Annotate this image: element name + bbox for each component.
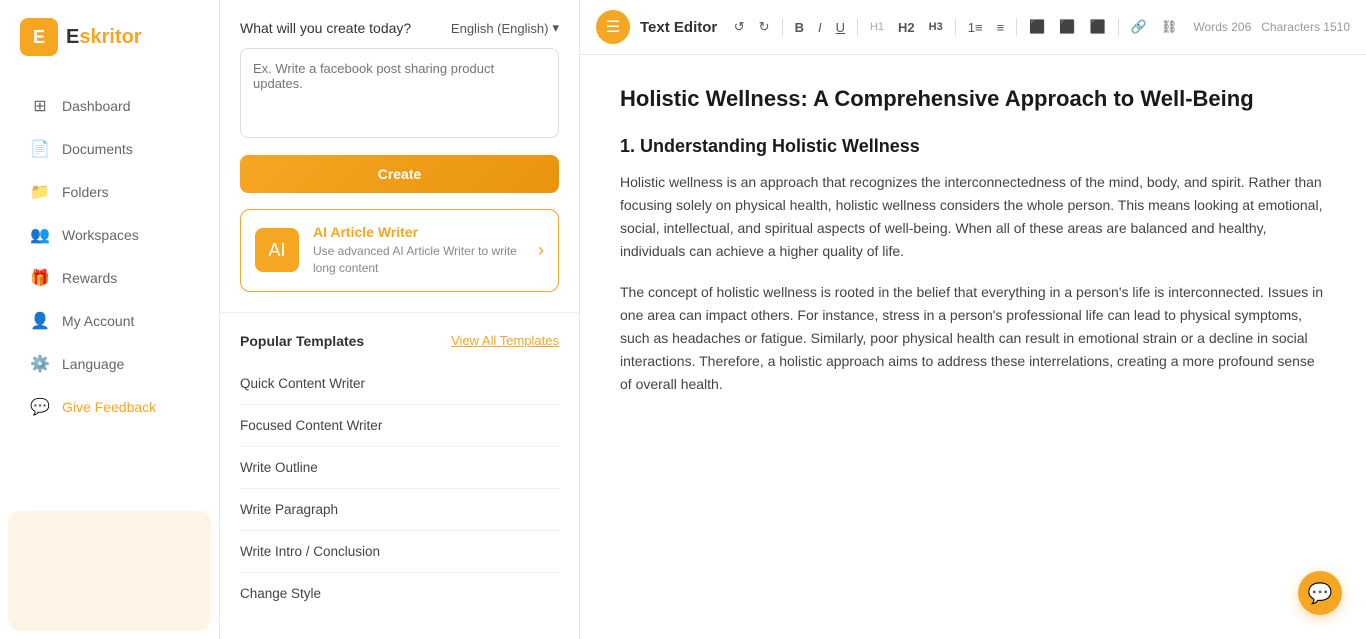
sidebar-item-label: My Account (62, 313, 134, 329)
bold-button[interactable]: B (789, 16, 810, 39)
ai-text: AI Article Writer Use advanced AI Articl… (313, 224, 524, 277)
redo-button[interactable]: ↻ (753, 15, 776, 39)
chevron-down-icon: ▾ (552, 20, 559, 36)
nav-items: ⊞ Dashboard 📄 Documents 📁 Folders 👥 Work… (0, 74, 219, 503)
align-left-button[interactable]: ⬛ (1023, 15, 1051, 39)
sidebar-item-rewards[interactable]: 🎁 Rewards (8, 257, 211, 299)
unordered-list-button[interactable]: ≡ (991, 16, 1011, 39)
sidebar-item-label: Workspaces (62, 227, 139, 243)
toolbar-divider-4 (1016, 18, 1017, 36)
template-item-outline[interactable]: Write Outline (240, 447, 559, 489)
h2-button[interactable]: H2 (892, 16, 921, 39)
account-icon: 👤 (30, 311, 50, 331)
toolbar-divider-2 (857, 18, 858, 36)
dashboard-icon: ⊞ (30, 96, 50, 116)
italic-button[interactable]: I (812, 16, 828, 39)
h1-button[interactable]: H1 (864, 17, 890, 37)
ai-article-writer-banner[interactable]: AI AI Article Writer Use advanced AI Art… (240, 209, 559, 292)
logo-area: E Eskritor (0, 0, 219, 74)
documents-icon: 📄 (30, 139, 50, 159)
template-item-quick[interactable]: Quick Content Writer (240, 363, 559, 405)
editor-header: ☰ Text Editor ↺ ↻ B I U H1 H2 H3 1≡ ≡ ⬛ … (580, 0, 1366, 55)
sidebar-item-dashboard[interactable]: ⊞ Dashboard (8, 85, 211, 127)
create-header: What will you create today? English (Eng… (240, 20, 559, 36)
sidebar-item-workspaces[interactable]: 👥 Workspaces (8, 214, 211, 256)
ordered-list-button[interactable]: 1≡ (962, 16, 989, 39)
document-heading: 1. Understanding Holistic Wellness (620, 136, 1326, 157)
ai-title: AI Article Writer (313, 224, 524, 240)
templates-title: Popular Templates (240, 333, 364, 349)
sidebar-item-account[interactable]: 👤 My Account (8, 300, 211, 342)
left-panel: What will you create today? English (Eng… (220, 0, 580, 639)
workspaces-icon: 👥 (30, 225, 50, 245)
word-count: Words 206 Characters 1510 (1193, 20, 1350, 34)
sidebar-item-feedback[interactable]: 💬 Give Feedback (8, 386, 211, 428)
sidebar-item-label: Give Feedback (62, 399, 156, 415)
rewards-icon: 🎁 (30, 268, 50, 288)
templates-section: Popular Templates View All Templates Qui… (220, 313, 579, 634)
link-button[interactable]: 🔗 (1125, 15, 1153, 39)
editor-title: Text Editor (640, 19, 718, 36)
sidebar-item-label: Folders (62, 184, 109, 200)
language-selector[interactable]: English (English) ▾ (451, 20, 559, 36)
view-all-templates-link[interactable]: View All Templates (451, 333, 559, 348)
ai-arrow-icon: › (538, 240, 544, 261)
sidebar: E Eskritor ⊞ Dashboard 📄 Documents 📁 Fol… (0, 0, 220, 639)
document-paragraph-1: Holistic wellness is an approach that re… (620, 171, 1326, 263)
feedback-icon: 💬 (30, 397, 50, 417)
logo-icon: E (20, 18, 58, 56)
template-item-focused[interactable]: Focused Content Writer (240, 405, 559, 447)
ai-article-writer-icon: AI (255, 228, 299, 272)
create-label: What will you create today? (240, 20, 411, 36)
align-center-button[interactable]: ⬛ (1053, 15, 1081, 39)
sidebar-item-label: Rewards (62, 270, 117, 286)
language-icon: ⚙️ (30, 354, 50, 374)
editor-menu-icon[interactable]: ☰ (596, 10, 630, 44)
main-content: What will you create today? English (Eng… (220, 0, 1366, 639)
create-textarea[interactable] (240, 48, 559, 138)
sidebar-item-folders[interactable]: 📁 Folders (8, 171, 211, 213)
chat-fab-button[interactable]: 💬 (1298, 571, 1342, 615)
logo-text: Eskritor (66, 26, 142, 49)
create-button[interactable]: Create (240, 155, 559, 193)
document-title: Holistic Wellness: A Comprehensive Appro… (620, 85, 1326, 114)
create-section: What will you create today? English (Eng… (220, 0, 579, 313)
templates-header: Popular Templates View All Templates (240, 333, 559, 349)
toolbar-divider-3 (955, 18, 956, 36)
sidebar-item-label: Documents (62, 141, 133, 157)
sidebar-item-label: Dashboard (62, 98, 131, 114)
ai-subtitle: Use advanced AI Article Writer to write … (313, 243, 524, 277)
toolbar: ↺ ↻ B I U H1 H2 H3 1≡ ≡ ⬛ ⬛ ⬛ 🔗 ⛓ (728, 15, 1184, 39)
unlink-button[interactable]: ⛓ (1155, 15, 1184, 39)
template-item-intro[interactable]: Write Intro / Conclusion (240, 531, 559, 573)
sidebar-item-documents[interactable]: 📄 Documents (8, 128, 211, 170)
toolbar-divider-1 (782, 18, 783, 36)
h3-button[interactable]: H3 (923, 17, 949, 37)
underline-button[interactable]: U (830, 16, 851, 39)
undo-button[interactable]: ↺ (728, 15, 751, 39)
template-item-style[interactable]: Change Style (240, 573, 559, 614)
right-panel: ☰ Text Editor ↺ ↻ B I U H1 H2 H3 1≡ ≡ ⬛ … (580, 0, 1366, 639)
toolbar-divider-5 (1118, 18, 1119, 36)
sidebar-item-language[interactable]: ⚙️ Language (8, 343, 211, 385)
document-paragraph-2: The concept of holistic wellness is root… (620, 281, 1326, 396)
editor-content[interactable]: Holistic Wellness: A Comprehensive Appro… (580, 55, 1366, 639)
sidebar-item-label: Language (62, 356, 124, 372)
align-right-button[interactable]: ⬛ (1084, 15, 1112, 39)
sidebar-promo-box (8, 511, 211, 631)
folders-icon: 📁 (30, 182, 50, 202)
template-item-paragraph[interactable]: Write Paragraph (240, 489, 559, 531)
